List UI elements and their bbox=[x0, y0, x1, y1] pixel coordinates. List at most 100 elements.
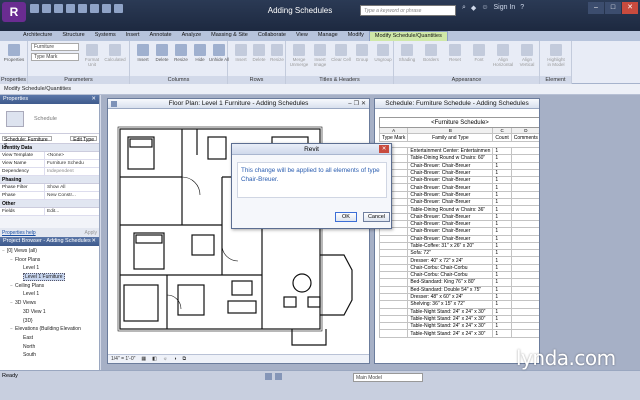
column-header[interactable]: Type Mark bbox=[378, 133, 409, 142]
tab-modify[interactable]: Modify bbox=[343, 31, 369, 41]
table-row[interactable]: Chair-Breuer: Chair-Breuer 1 bbox=[378, 161, 539, 170]
tab-insert[interactable]: Insert bbox=[121, 31, 145, 41]
count-cell[interactable]: 1 bbox=[492, 161, 512, 170]
table-row[interactable]: Entertainment Center: Entertainmen 1 bbox=[378, 146, 539, 156]
family-type-cell[interactable]: Chair-Breuer: Chair-Breuer bbox=[407, 198, 494, 207]
count-cell[interactable]: 1 bbox=[492, 263, 512, 273]
group-button[interactable]: Group bbox=[351, 44, 373, 62]
table-row[interactable]: Chair-Breuer: Chair-Breuer 1 bbox=[378, 234, 539, 243]
count-cell[interactable]: 1 bbox=[492, 285, 512, 294]
tab-collaborate[interactable]: Collaborate bbox=[253, 31, 291, 41]
close-icon[interactable]: ✕ bbox=[91, 238, 96, 244]
search-input[interactable]: Type a keyword or phrase bbox=[360, 5, 456, 16]
comments-cell[interactable] bbox=[510, 154, 539, 163]
type-mark-cell[interactable] bbox=[378, 263, 409, 273]
sun-path-icon[interactable]: ☼ bbox=[163, 356, 168, 362]
family-type-cell[interactable]: Table-Night Stand: 24" x 24" x 30" bbox=[407, 307, 494, 316]
comments-cell[interactable] bbox=[510, 190, 539, 200]
design-options-icon[interactable] bbox=[275, 373, 282, 380]
crop-icon[interactable]: ⧉ bbox=[182, 356, 186, 362]
scale-label[interactable]: 1/4" = 1'-0" bbox=[111, 356, 135, 362]
insert-image-button[interactable]: Insert Image bbox=[309, 44, 331, 67]
ok-button[interactable]: OK bbox=[335, 212, 357, 222]
table-row[interactable]: Chair-Breuer: Chair-Breuer 1 bbox=[378, 183, 539, 192]
property-value[interactable]: Show All bbox=[45, 184, 99, 191]
table-row[interactable]: Chair-Breuer: Chair-Breuer 1 bbox=[378, 219, 539, 229]
design-option-selector[interactable]: Main Model bbox=[353, 373, 423, 382]
family-type-cell[interactable]: Chair-Breuer: Chair-Breuer bbox=[407, 183, 494, 192]
comments-cell[interactable] bbox=[510, 271, 539, 280]
count-cell[interactable]: 1 bbox=[492, 307, 512, 316]
parameter-field-2[interactable]: Type Mark bbox=[31, 53, 79, 61]
sections-icon[interactable] bbox=[114, 4, 123, 13]
calculated-button[interactable]: Calculated bbox=[104, 44, 126, 62]
count-cell[interactable]: 1 bbox=[492, 249, 512, 258]
comments-cell[interactable] bbox=[510, 300, 539, 309]
type-mark-cell[interactable] bbox=[378, 292, 409, 302]
close-icon[interactable]: ✕ bbox=[379, 145, 389, 153]
browser-node[interactable]: −3D Views bbox=[2, 299, 97, 308]
comments-cell[interactable] bbox=[510, 307, 539, 316]
table-row[interactable]: Table-Night Stand: 24" x 24" x 30" 1 bbox=[378, 329, 539, 338]
family-type-cell[interactable]: Table-Dining Round w Chairs: 36" bbox=[407, 205, 494, 214]
browser-node[interactable]: − Floor Plans bbox=[2, 256, 97, 265]
count-cell[interactable]: 1 bbox=[492, 183, 512, 192]
floor-plan-view[interactable]: Floor Plan: Level 1 Furniture - Adding S… bbox=[107, 98, 370, 364]
apply-button[interactable]: Apply bbox=[84, 230, 97, 236]
browser-node[interactable]: − Ceiling Plans bbox=[2, 282, 97, 291]
type-mark-cell[interactable] bbox=[378, 307, 409, 316]
property-value[interactable]: <None> bbox=[45, 152, 99, 159]
type-mark-cell[interactable] bbox=[378, 234, 409, 243]
borders-button[interactable]: Borders bbox=[420, 44, 442, 62]
family-type-cell[interactable]: Chair-Breuer: Chair-Breuer bbox=[407, 161, 494, 170]
family-type-cell[interactable]: Dresser: 48" x 60" x 24" bbox=[407, 292, 494, 302]
highlight-in-model-button[interactable]: Highlight in Model bbox=[545, 44, 567, 67]
comments-cell[interactable] bbox=[510, 314, 539, 324]
count-cell[interactable]: 1 bbox=[492, 198, 512, 207]
browser-node[interactable]: East bbox=[2, 334, 97, 343]
family-type-cell[interactable]: Bed-Standard: Double 54" x 75" bbox=[407, 285, 494, 294]
parameter-field-1[interactable]: Furniture bbox=[31, 43, 79, 51]
browser-node[interactable]: 3D View 1 bbox=[2, 308, 97, 317]
worksets-icon[interactable] bbox=[265, 373, 272, 380]
table-row[interactable]: Dresser: 40" x 72" x 24" 1 bbox=[378, 256, 539, 265]
comments-cell[interactable] bbox=[510, 198, 539, 207]
properties-help-link[interactable]: Properties help bbox=[2, 230, 36, 236]
property-value[interactable]: New Constr... bbox=[45, 192, 99, 199]
type-mark-cell[interactable] bbox=[378, 249, 409, 258]
undo-icon[interactable] bbox=[54, 4, 63, 13]
type-mark-cell[interactable] bbox=[378, 329, 409, 338]
family-type-cell[interactable]: Chair-Breuer: Chair-Breuer bbox=[407, 212, 494, 221]
browser-node[interactable]: − [0] Views (all) bbox=[2, 247, 97, 256]
comments-cell[interactable] bbox=[510, 329, 539, 338]
comments-cell[interactable] bbox=[510, 234, 539, 243]
tab-architecture[interactable]: Architecture bbox=[18, 31, 57, 41]
text-icon[interactable] bbox=[90, 4, 99, 13]
minimize-icon[interactable]: – bbox=[588, 2, 604, 14]
help-icon[interactable]: ? bbox=[520, 4, 524, 12]
browser-node[interactable]: South bbox=[2, 351, 97, 360]
comments-cell[interactable] bbox=[510, 263, 539, 273]
count-cell[interactable]: 1 bbox=[492, 154, 512, 163]
property-category[interactable]: Phasing bbox=[0, 176, 99, 184]
align-horizontal-button[interactable]: Align Horizontal bbox=[492, 44, 514, 67]
save-icon[interactable] bbox=[42, 4, 51, 13]
table-row[interactable]: Table-Night Stand: 24" x 24" x 30" 1 bbox=[378, 307, 539, 316]
count-cell[interactable]: 1 bbox=[492, 227, 512, 236]
maximize-icon[interactable]: □ bbox=[605, 2, 621, 14]
comments-cell[interactable] bbox=[510, 322, 539, 331]
family-type-cell[interactable]: Table-Dining Round w Chairs: 60" bbox=[407, 154, 494, 163]
properties-button[interactable]: Properties bbox=[3, 44, 25, 62]
family-type-cell[interactable]: Chair-Breuer: Chair-Breuer bbox=[407, 227, 494, 236]
unhide-all-button[interactable]: Unhide All bbox=[208, 44, 230, 62]
table-row[interactable]: Dresser: 48" x 60" x 24" 1 bbox=[378, 292, 539, 302]
property-category[interactable]: Identity Data bbox=[0, 144, 99, 152]
family-type-cell[interactable]: Chair-Breuer: Chair-Breuer bbox=[407, 234, 494, 243]
count-cell[interactable]: 1 bbox=[492, 300, 512, 309]
family-type-cell[interactable]: Chair-Corbu: Chair-Corbu bbox=[407, 263, 494, 273]
property-value[interactable]: Independent bbox=[45, 168, 99, 175]
property-value[interactable]: Edit... bbox=[45, 208, 99, 215]
count-cell[interactable]: 1 bbox=[492, 314, 512, 324]
clear-cell-button[interactable]: Clear Cell bbox=[330, 44, 352, 62]
type-mark-cell[interactable] bbox=[378, 300, 409, 309]
